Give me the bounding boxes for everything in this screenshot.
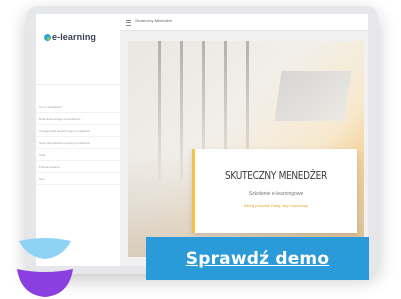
- content-area: SKUTECZNY MENEDŻER Szkolenie e-learningo…: [120, 31, 368, 266]
- sidebar-item[interactable]: Podsumowanie: [36, 162, 120, 173]
- top-bar: Skuteczny Menedżer: [120, 14, 368, 31]
- demo-button-label: Sprawdź demo: [185, 248, 330, 269]
- laptop-photo-shape: [274, 71, 352, 121]
- logo-mark-icon: [44, 33, 51, 41]
- sidebar-item[interactable]: Umiejętności skutecznego menedżera: [36, 126, 120, 137]
- slide-title-card: SKUTECZNY MENEDŻER Szkolenie e-learningo…: [192, 149, 357, 233]
- slide-start-hint[interactable]: Kliknij przycisk Dalej, aby rozpocząć: [195, 203, 357, 208]
- sidebar-divider: [36, 84, 120, 85]
- demo-button[interactable]: Sprawdź demo: [146, 237, 369, 280]
- sidebar-item[interactable]: Style zarządzania w pracy menedżera: [36, 138, 120, 149]
- tablet-screen: e-learning Co to menedżer? Rola skuteczn…: [36, 14, 368, 266]
- menu-icon[interactable]: [126, 20, 131, 26]
- tablet-frame: e-learning Co to menedżer? Rola skuteczn…: [26, 6, 378, 274]
- app-logo: e-learning: [44, 32, 96, 42]
- slide-subtitle: Szkolenie e-learningowe: [248, 191, 304, 197]
- sidebar-item[interactable]: Co to menedżer?: [36, 102, 120, 113]
- sidebar: e-learning Co to menedżer? Rola skuteczn…: [36, 14, 121, 266]
- sidebar-item[interactable]: Test: [36, 174, 120, 185]
- sidebar-nav: Co to menedżer? Rola skutecznego menedże…: [36, 102, 120, 186]
- sidebar-item[interactable]: Cele: [36, 150, 120, 161]
- sidebar-item[interactable]: Rola skutecznego menedżera?: [36, 114, 120, 125]
- logo-text: e-learning: [52, 32, 97, 42]
- brand-logo-icon: [17, 238, 73, 297]
- slide-title: SKUTECZNY MENEDŻER: [225, 169, 327, 182]
- course-slide: SKUTECZNY MENEDŻER Szkolenie e-learningo…: [128, 41, 364, 257]
- course-title: Skuteczny Menedżer: [135, 18, 173, 23]
